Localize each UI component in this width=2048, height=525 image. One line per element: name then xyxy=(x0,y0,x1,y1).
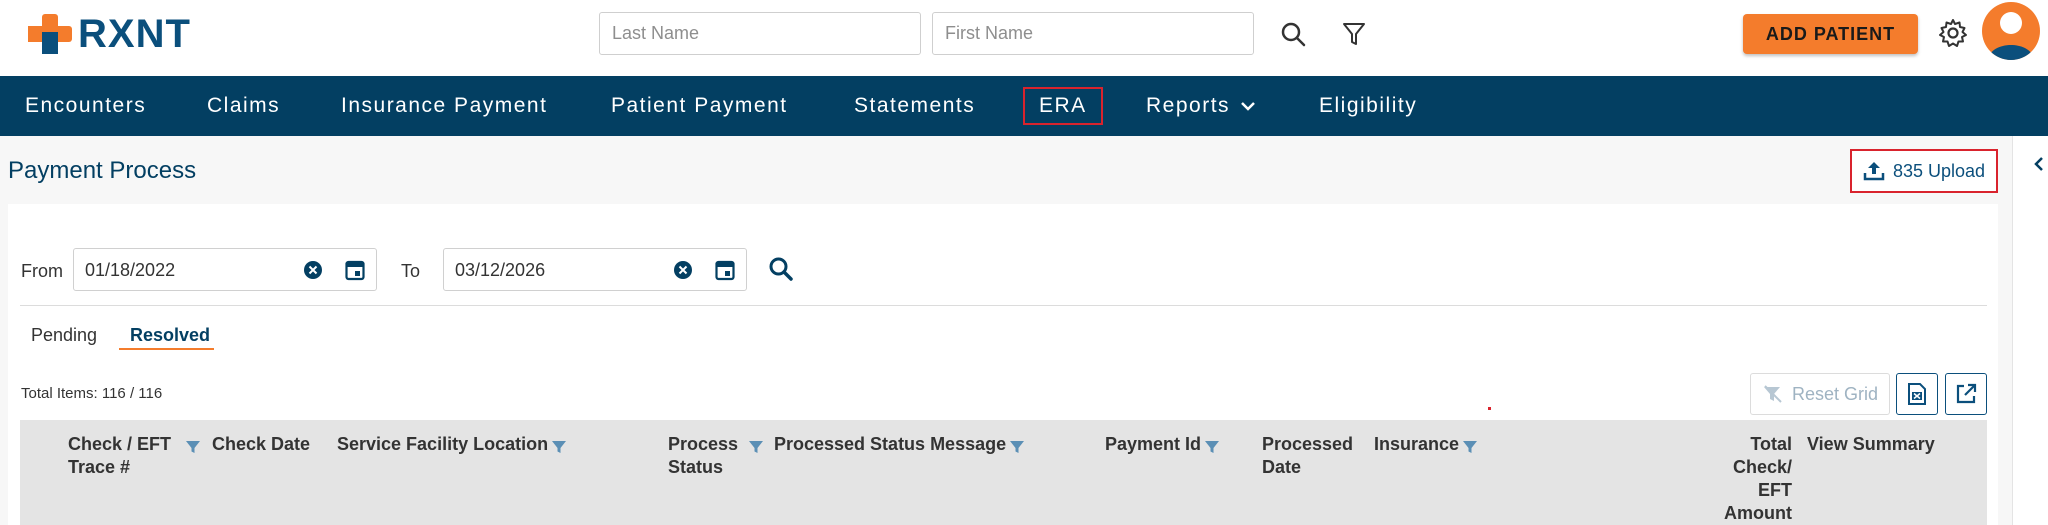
main-nav: Encounters Claims Insurance Payment Pati… xyxy=(0,76,2048,136)
nav-eligibility[interactable]: Eligibility xyxy=(1319,76,1417,136)
column-filter-icon[interactable] xyxy=(1462,437,1478,460)
835-upload-button[interactable]: 835 Upload xyxy=(1850,149,1998,193)
nav-statements[interactable]: Statements xyxy=(854,76,975,136)
column-filter-icon[interactable] xyxy=(748,437,764,460)
col-view-summary[interactable]: View Summary xyxy=(1807,433,1935,456)
upload-icon xyxy=(1863,160,1885,182)
logo-cross-icon xyxy=(26,10,74,58)
right-rail xyxy=(2012,136,2048,525)
col-check-date-label: Check Date xyxy=(212,434,311,454)
col-processed-status-message-label: Processed Status Message xyxy=(774,434,1007,454)
nav-claims[interactable]: Claims xyxy=(207,76,280,136)
col-total-amount[interactable]: Total Check/EFT Amount xyxy=(1720,433,1792,525)
col-processed-date-line1: Processed xyxy=(1262,434,1354,454)
calendar-from-icon[interactable] xyxy=(345,259,365,286)
active-tab-underline xyxy=(119,348,214,350)
col-service-facility[interactable]: Service Facility Location xyxy=(337,433,567,460)
col-total-line4: Amount xyxy=(1724,503,1792,523)
from-date-field[interactable]: 01/18/2022 xyxy=(73,248,377,291)
column-filter-icon[interactable] xyxy=(185,437,201,460)
gear-icon[interactable] xyxy=(1936,16,1970,50)
nav-era[interactable]: ERA xyxy=(1023,87,1103,125)
to-date-value: 03/12/2026 xyxy=(455,260,546,280)
reset-grid-button[interactable]: Reset Grid xyxy=(1750,373,1890,415)
export-excel-button[interactable] xyxy=(1896,373,1938,415)
col-process-status-line2: Status xyxy=(668,457,724,477)
to-date-field[interactable]: 03/12/2026 xyxy=(443,248,747,291)
from-label: From xyxy=(21,261,63,281)
column-filter-icon[interactable] xyxy=(1204,437,1220,460)
tab-resolved[interactable]: Resolved xyxy=(130,325,210,346)
to-label: To xyxy=(401,261,421,281)
tab-pending[interactable]: Pending xyxy=(31,325,97,346)
nav-encounters[interactable]: Encounters xyxy=(25,76,146,136)
add-patient-button[interactable]: ADD PATIENT xyxy=(1743,14,1918,54)
date-search-icon[interactable] xyxy=(768,256,794,287)
total-items: Total Items: 116 / 116 xyxy=(21,385,163,402)
page-title: Payment Process xyxy=(8,157,197,184)
col-process-status-line1: Process xyxy=(668,434,739,454)
first-name-input[interactable] xyxy=(932,12,1254,55)
col-total-line2: Check/ xyxy=(1732,457,1792,477)
stray-dot xyxy=(1488,407,1491,410)
nav-patient-payment[interactable]: Patient Payment xyxy=(611,76,788,136)
nav-reports-label: Reports xyxy=(1146,94,1231,117)
grid-header: Check / EFT Trace # Check Date Service Fa… xyxy=(20,420,1987,525)
logo-text: RXNT xyxy=(78,11,191,56)
search-icon[interactable] xyxy=(1277,18,1309,50)
clear-to-icon[interactable] xyxy=(673,260,693,285)
col-service-facility-label: Service Facility Location xyxy=(337,434,549,454)
col-check-eft-line1: Check / EFT xyxy=(68,434,172,454)
top-bar: RXNT ADD PATIENT xyxy=(0,0,2048,76)
upload-label: 835 Upload xyxy=(1892,160,1986,181)
nav-reports[interactable]: Reports xyxy=(1146,76,1256,136)
rxnt-logo[interactable]: RXNT xyxy=(26,10,191,58)
col-payment-id[interactable]: Payment Id xyxy=(1105,433,1220,460)
last-name-input[interactable] xyxy=(599,12,921,55)
calendar-to-icon[interactable] xyxy=(715,259,735,286)
col-process-status[interactable]: Process Status xyxy=(668,433,764,479)
export-share-button[interactable] xyxy=(1945,373,1987,415)
from-date-value: 01/18/2022 xyxy=(85,260,176,280)
col-total-line1: Total xyxy=(1750,434,1792,454)
filter-icon[interactable] xyxy=(1338,18,1370,50)
filter-divider xyxy=(20,305,1987,306)
col-processed-status-message[interactable]: Processed Status Message xyxy=(774,433,1025,460)
clear-from-icon[interactable] xyxy=(303,260,323,285)
col-processed-date-line2: Date xyxy=(1262,457,1302,477)
col-view-summary-label: View Summary xyxy=(1807,434,1935,454)
col-check-eft-line2: Trace # xyxy=(68,457,131,477)
column-filter-icon[interactable] xyxy=(1009,437,1025,460)
user-avatar[interactable] xyxy=(1982,2,2040,60)
reset-filter-icon xyxy=(1762,384,1784,404)
collapse-chevron-icon[interactable] xyxy=(2033,156,2045,177)
col-check-date[interactable]: Check Date xyxy=(212,433,310,456)
nav-insurance-payment[interactable]: Insurance Payment xyxy=(341,76,547,136)
col-insurance-label: Insurance xyxy=(1374,434,1460,454)
column-filter-icon[interactable] xyxy=(551,437,567,460)
col-insurance[interactable]: Insurance xyxy=(1374,433,1478,460)
col-total-line3: EFT xyxy=(1758,480,1792,500)
col-payment-id-label: Payment Id xyxy=(1105,434,1202,454)
col-check-eft-trace[interactable]: Check / EFT Trace # xyxy=(68,433,201,479)
chevron-down-icon xyxy=(1240,100,1256,112)
col-processed-date[interactable]: Processed Date xyxy=(1262,433,1353,479)
reset-grid-label: Reset Grid xyxy=(1791,383,1879,404)
